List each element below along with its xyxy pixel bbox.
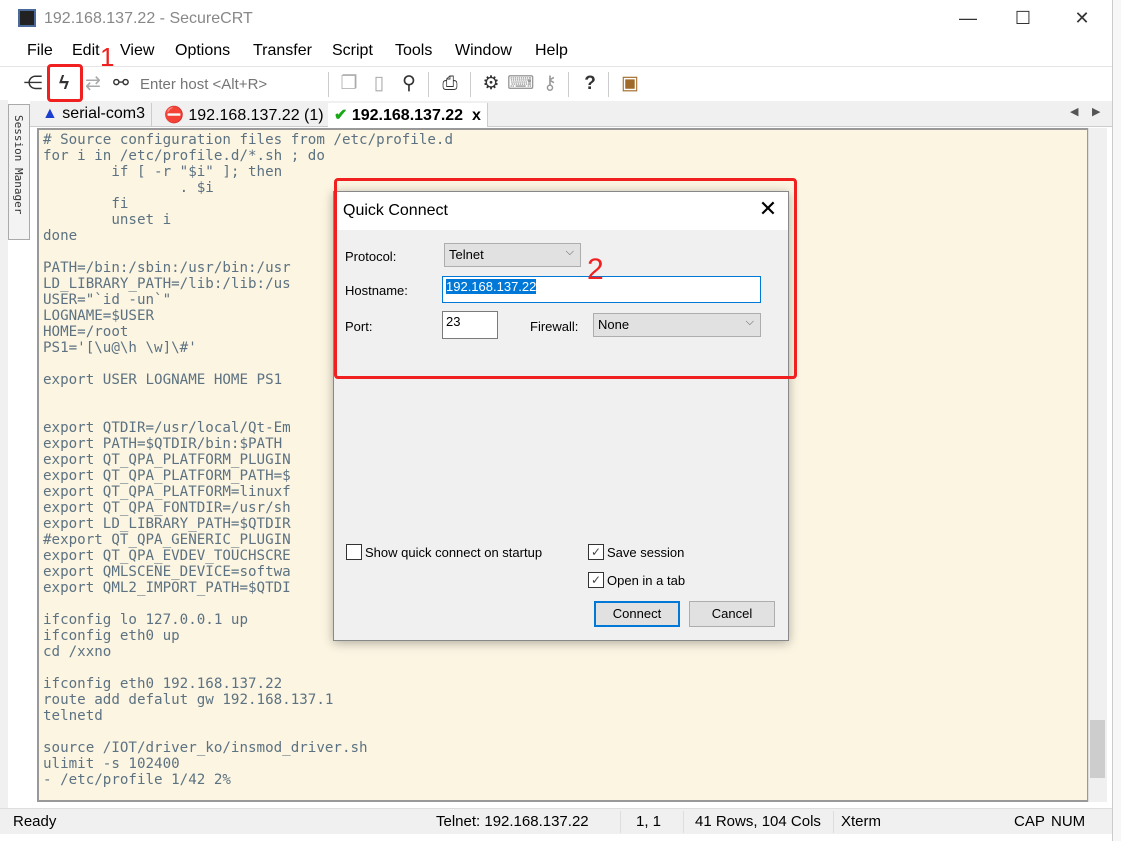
menu-window[interactable]: Window [455, 42, 512, 60]
tab-label: 192.168.137.22 [351, 107, 464, 124]
connect-button[interactable]: Connect [594, 601, 680, 627]
annotation-number-1: 1 [100, 42, 115, 72]
host-input[interactable] [140, 72, 325, 96]
tab-bar: ▲ serial-com3 ⛔ 192.168.137.22 (1) ✔ 192… [30, 101, 1112, 127]
terminal-line: # Source configuration files from /etc/p… [43, 132, 453, 148]
warning-icon: ▲ [42, 105, 58, 122]
terminal-line: ulimit -s 102400 [43, 756, 180, 772]
separator [683, 811, 684, 833]
minimize-button[interactable]: — [948, 8, 988, 29]
separator [608, 72, 609, 97]
help-icon[interactable]: ? [577, 71, 603, 97]
status-connection: Telnet: 192.168.137.22 [436, 813, 589, 830]
maximize-button[interactable]: ☐ [1003, 8, 1043, 29]
tab-session-disconnected[interactable]: ⛔ 192.168.137.22 (1) [158, 103, 331, 127]
menu-script[interactable]: Script [332, 42, 373, 60]
separator [620, 811, 621, 833]
terminal-line: for i in /etc/profile.d/*.sh ; do [43, 148, 325, 164]
error-icon: ⛔ [164, 107, 184, 124]
find-icon[interactable]: ⚲ [396, 71, 422, 97]
background-window-edge [1112, 0, 1121, 841]
tab-serial-com3[interactable]: ▲ serial-com3 [36, 103, 152, 127]
left-panel-edge [0, 100, 8, 810]
menu-transfer[interactable]: Transfer [253, 42, 312, 60]
status-cap: CAP [1014, 813, 1045, 830]
title-bar: 192.168.137.22 - SecureCRT — ☐ ✕ [0, 0, 1112, 38]
connect-icon[interactable]: ⋲ [20, 71, 46, 97]
key-icon[interactable]: ⚷ [537, 71, 563, 97]
tab-scroll-left-icon[interactable]: ◀ [1070, 105, 1078, 118]
menu-view[interactable]: View [120, 42, 154, 60]
status-cursor: 1, 1 [636, 813, 662, 830]
check-icon: ✔ [334, 107, 348, 124]
sftp-icon[interactable]: ▣ [617, 71, 643, 97]
status-size: 41 Rows, 104 Cols [695, 813, 821, 830]
toolbar: ⋲ ϟ ⇄ ⚯ ❐ ▯ ⚲ ⎙ ⚙ ⌨ ⚷ ? ▣ [0, 66, 1112, 101]
annotation-number-2: 2 [587, 253, 604, 286]
tab-label: serial-com3 [62, 105, 145, 122]
status-terminal-type: Xterm [841, 813, 882, 830]
session-manager-tab[interactable]: Session Manager [8, 104, 30, 240]
separator [470, 72, 471, 97]
tab-scroll-right-icon[interactable]: ▶ [1092, 105, 1100, 118]
terminal-line: cd /xxno [43, 644, 112, 660]
separator [428, 72, 429, 97]
save-session-label[interactable]: Save session [607, 545, 684, 560]
menu-bar: File Edit View Options Transfer Script T… [0, 38, 1112, 65]
scrollbar-thumb[interactable] [1090, 720, 1105, 778]
annotation-box-2 [334, 178, 797, 379]
tab-session-active[interactable]: ✔ 192.168.137.22 x [328, 103, 488, 127]
app-icon [18, 9, 36, 27]
menu-edit[interactable]: Edit [72, 42, 100, 60]
menu-options[interactable]: Options [175, 42, 230, 60]
separator [833, 811, 834, 833]
save-session-checkbox[interactable]: ✓ [588, 544, 604, 560]
terminal-line: - /etc/profile 1/42 2% [43, 772, 231, 788]
menu-help[interactable]: Help [535, 42, 568, 60]
open-in-tab-label[interactable]: Open in a tab [607, 573, 685, 588]
close-button[interactable]: ✕ [1062, 8, 1102, 29]
status-ready: Ready [13, 813, 57, 830]
menu-tools[interactable]: Tools [395, 42, 432, 60]
reconnect-icon[interactable]: ⇄ [80, 71, 106, 97]
menu-file[interactable]: File [27, 42, 53, 60]
vertical-scrollbar[interactable] [1088, 128, 1107, 802]
terminal-line: telnetd [43, 708, 103, 724]
show-on-startup-label[interactable]: Show quick connect on startup [365, 545, 542, 560]
separator [568, 72, 569, 97]
separator [328, 72, 329, 97]
disconnect-icon[interactable]: ⚯ [108, 71, 134, 97]
window-title: 192.168.137.22 - SecureCRT [44, 10, 253, 27]
session-manager-label: Session Manager [12, 115, 25, 215]
show-on-startup-checkbox[interactable] [346, 544, 362, 560]
print-icon[interactable]: ⎙ [437, 71, 463, 97]
terminal-line: ifconfig eth0 192.168.137.22 [43, 676, 283, 692]
tab-close-icon[interactable]: x [472, 107, 481, 124]
tab-label: 192.168.137.22 (1) [188, 107, 324, 124]
status-bar: Ready Telnet: 192.168.137.22 1, 1 41 Row… [0, 808, 1112, 834]
settings-icon[interactable]: ⚙ [478, 71, 504, 97]
annotation-box-1 [47, 64, 83, 102]
keymap-icon[interactable]: ⌨ [507, 71, 534, 97]
terminal-line: route add defalut gw 192.168.137.1 [43, 692, 334, 708]
copy-icon[interactable]: ❐ [336, 71, 362, 97]
status-num: NUM [1051, 813, 1086, 830]
paste-icon[interactable]: ▯ [366, 71, 392, 97]
terminal-line: source /IOT/driver_ko/insmod_driver.sh [43, 740, 368, 756]
cancel-button[interactable]: Cancel [689, 601, 775, 627]
open-in-tab-checkbox[interactable]: ✓ [588, 572, 604, 588]
